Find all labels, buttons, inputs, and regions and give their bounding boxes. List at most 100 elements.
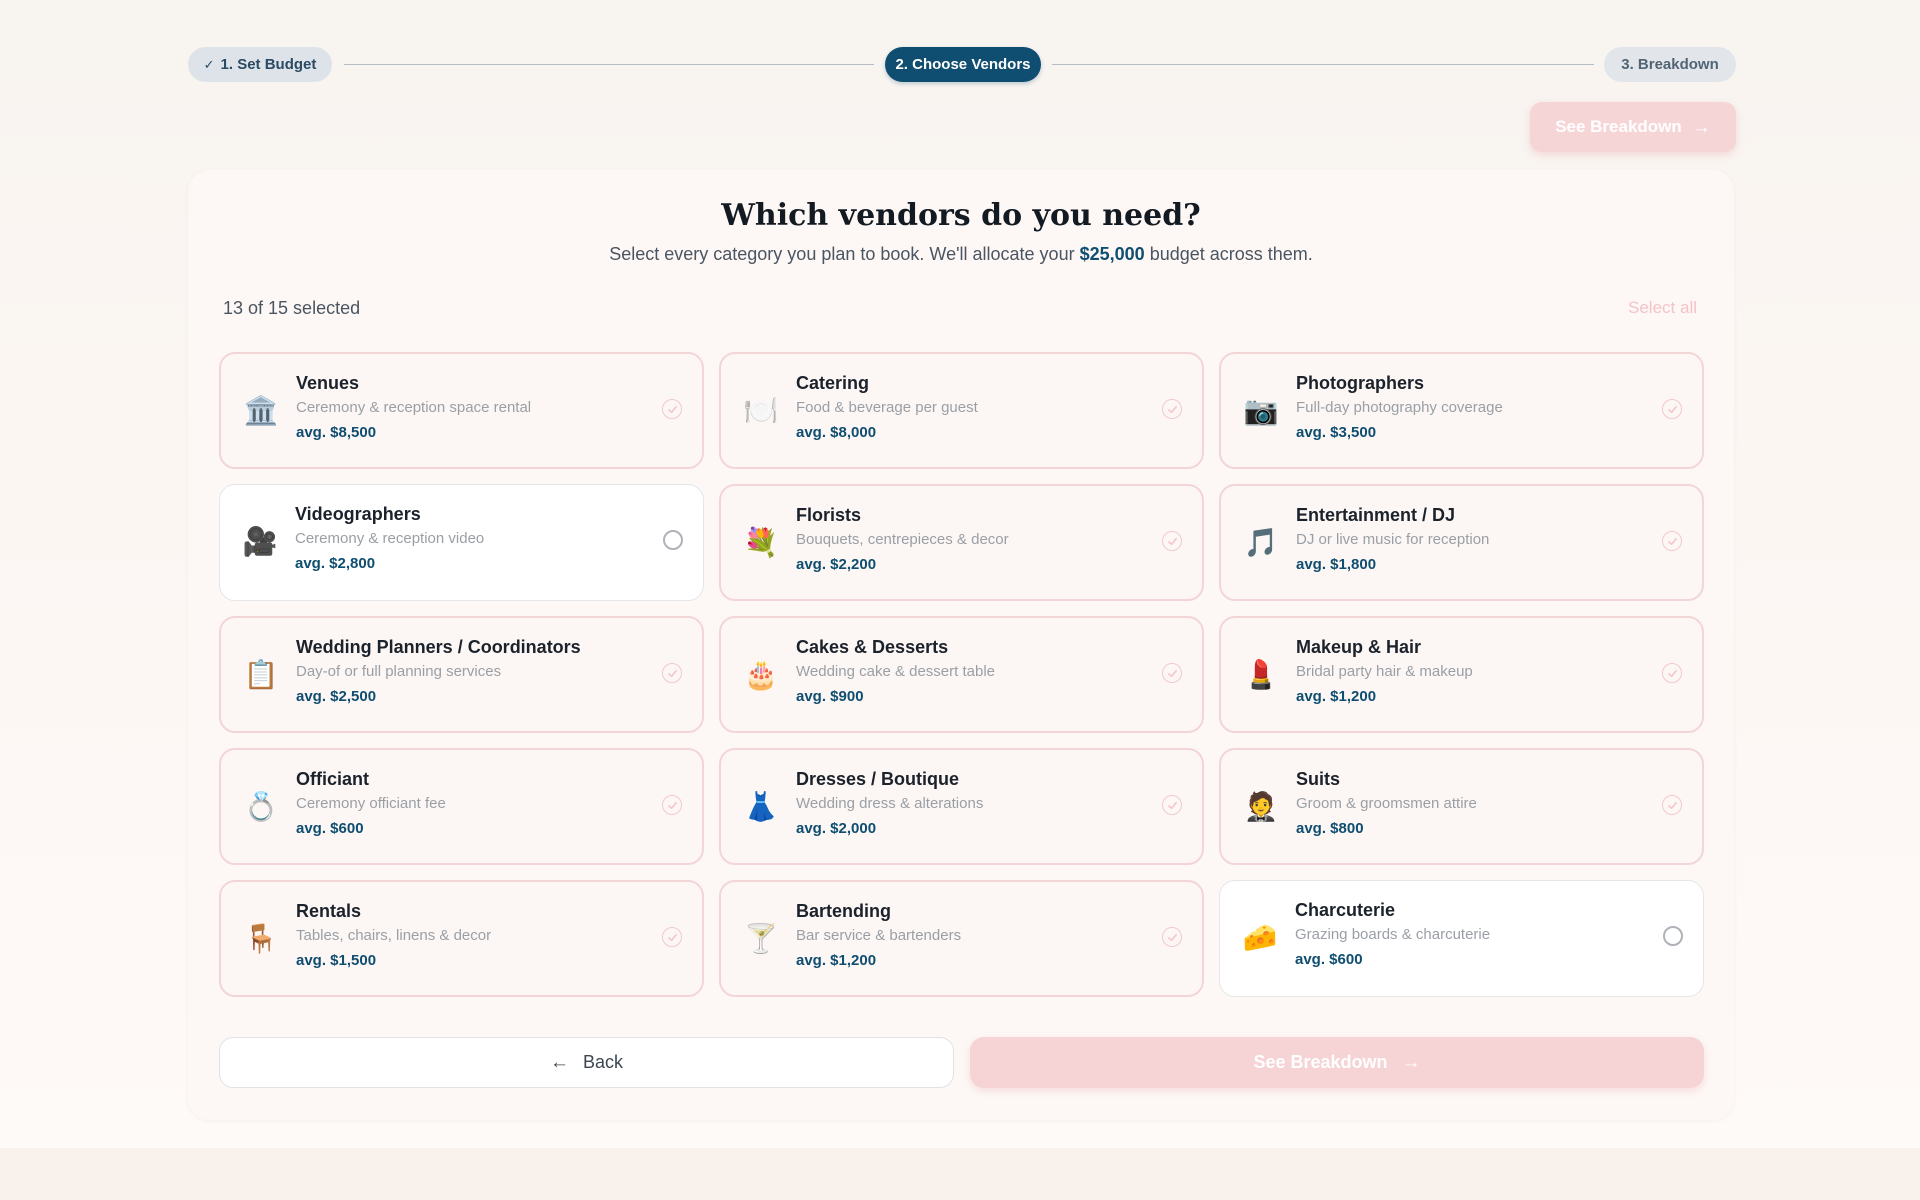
subtitle-text: budget across them.: [1149, 244, 1313, 264]
check-icon: [1667, 801, 1677, 809]
selected-count: 13 of 15 selected: [223, 298, 361, 318]
page-title: Which vendors do you need?: [721, 198, 1201, 233]
vendor-card-charcuterie[interactable]: 🧀 Charcuterie Grazing boards & charcuterie…: [1219, 880, 1704, 997]
budget-amount: $25,000: [1079, 244, 1145, 264]
step-breakdown[interactable]: 3. Breakdown: [1604, 47, 1736, 82]
vendor-checkbox[interactable]: [1162, 399, 1182, 419]
vendor-card-dresses-boutique[interactable]: 👗 Dresses / Boutique Wedding dress & alter…: [719, 748, 1204, 865]
check-icon: [667, 405, 677, 413]
vendor-name: Catering: [796, 373, 870, 393]
arrow-left-icon: ←: [549, 1052, 569, 1073]
cheese-icon: 🧀: [1242, 921, 1278, 953]
vendor-card-bartending[interactable]: 🍸 Bartending Bar service & bartenders avg. …: [719, 880, 1204, 997]
step-choose-vendors[interactable]: 2. Choose Vendors: [885, 47, 1041, 82]
vendor-checkbox[interactable]: [1662, 531, 1682, 551]
vendor-card-suits[interactable]: 🤵 Suits Groom & groomsmen attire avg. $800: [1219, 748, 1704, 865]
vendor-card-photographers[interactable]: 📷 Photographers Full-day photography cover…: [1219, 352, 1704, 469]
vendor-checkbox[interactable]: [662, 663, 682, 683]
plate-cutlery-icon: 🍽️: [743, 394, 779, 426]
vendor-checkbox[interactable]: [1663, 926, 1683, 946]
button-label: See Breakdown: [1253, 1052, 1388, 1072]
vendor-card-cakes-desserts[interactable]: 🎂 Cakes & Desserts Wedding cake & dessert …: [719, 616, 1204, 733]
vendor-description: Tables, chairs, linens & decor: [296, 927, 492, 944]
vendor-name: Venues: [296, 373, 360, 393]
vendor-card-venues[interactable]: 🏛️ Venues Ceremony & reception space renta…: [219, 352, 704, 469]
vendor-card-officiant[interactable]: 💍 Officiant Ceremony officiant fee avg. $60…: [219, 748, 704, 865]
vendor-average-price: avg. $8,500: [296, 424, 377, 441]
check-icon: [1167, 537, 1177, 545]
classical-building-icon: 🏛️: [243, 394, 279, 426]
check-icon: [667, 933, 677, 941]
vendor-checkbox[interactable]: [1662, 399, 1682, 419]
vendor-checkbox[interactable]: [1162, 795, 1182, 815]
vendor-name: Wedding Planners / Coordinators: [296, 637, 581, 657]
arrow-right-icon: →: [1691, 116, 1711, 138]
vendor-grid: 🏛️ Venues Ceremony & reception space renta…: [219, 352, 1704, 997]
ring-icon: 💍: [243, 790, 279, 822]
vendor-description: Ceremony & reception video: [295, 530, 485, 547]
vendor-average-price: avg. $2,800: [295, 555, 376, 572]
man-in-tuxedo-icon: 🤵: [1243, 790, 1279, 822]
vendor-card-makeup-hair[interactable]: 💄 Makeup & Hair Bridal party hair & makeup…: [1219, 616, 1704, 733]
vendor-name: Entertainment / DJ: [1296, 505, 1456, 525]
check-icon: [667, 801, 677, 809]
vendor-description: Food & beverage per guest: [796, 399, 978, 416]
vendor-description: Wedding cake & dessert table: [796, 663, 996, 680]
vendor-card-catering[interactable]: 🍽️ Catering Food & beverage per guest avg. …: [719, 352, 1204, 469]
vendor-checkbox[interactable]: [1162, 531, 1182, 551]
vendor-checkbox[interactable]: [1662, 663, 1682, 683]
check-icon: [1167, 933, 1177, 941]
see-breakdown-button-top[interactable]: See Breakdown →: [1530, 102, 1736, 152]
vendor-name: Rentals: [296, 901, 362, 921]
vendor-average-price: avg. $2,000: [796, 820, 877, 837]
select-all-link[interactable]: Select all: [1628, 298, 1697, 318]
vendor-checkbox[interactable]: [1162, 663, 1182, 683]
vendor-average-price: avg. $1,200: [796, 952, 877, 969]
vendor-description: Day-of or full planning services: [296, 663, 502, 680]
vendor-description: Ceremony officiant fee: [296, 795, 446, 812]
vendor-description: Grazing boards & charcuterie: [1295, 926, 1491, 943]
chair-icon: 🪑: [243, 922, 279, 954]
vendor-name: Florists: [796, 505, 862, 525]
vendor-name: Makeup & Hair: [1296, 637, 1422, 657]
vendor-description: Wedding dress & alterations: [796, 795, 984, 812]
progress-stepper: ✓ 1. Set Budget 2. Choose Vendors 3. Bre…: [188, 47, 1736, 82]
vendor-average-price: avg. $2,200: [796, 556, 877, 573]
vendor-checkbox[interactable]: [1662, 795, 1682, 815]
dress-icon: 👗: [743, 790, 779, 822]
vendor-name: Photographers: [1296, 373, 1425, 393]
vendor-checkbox[interactable]: [1162, 927, 1182, 947]
bouquet-icon: 💐: [743, 526, 779, 558]
vendor-description: Ceremony & reception space rental: [296, 399, 532, 416]
arrow-right-icon: →: [1401, 1052, 1421, 1073]
music-note-icon: 🎵: [1243, 526, 1279, 558]
vendor-checkbox[interactable]: [662, 399, 682, 419]
checkmark-icon: ✓: [203, 56, 215, 72]
vendor-card-entertainment-dj[interactable]: 🎵 Entertainment / DJ DJ or live music for …: [1219, 484, 1704, 601]
check-icon: [1167, 801, 1177, 809]
see-breakdown-button[interactable]: See Breakdown →: [970, 1037, 1704, 1088]
vendor-checkbox[interactable]: [662, 927, 682, 947]
back-button[interactable]: ← Back: [219, 1037, 954, 1088]
vendor-card-wedding-planners-coordinators[interactable]: 📋 Wedding Planners / Coordinators Day-of o…: [219, 616, 704, 733]
check-icon: [1667, 537, 1677, 545]
vendor-average-price: avg. $3,500: [1296, 424, 1377, 441]
step-set-budget[interactable]: ✓ 1. Set Budget: [188, 47, 332, 82]
vendor-name: Dresses / Boutique: [796, 769, 960, 789]
vendor-card-florists[interactable]: 💐 Florists Bouquets, centrepieces & decor a…: [719, 484, 1204, 601]
subtitle-text: Select every category you plan to book. …: [609, 244, 1075, 264]
vendor-name: Videographers: [295, 504, 421, 524]
movie-camera-icon: 🎥: [242, 525, 278, 557]
vendor-checkbox[interactable]: [663, 530, 683, 550]
vendor-card-rentals[interactable]: 🪑 Rentals Tables, chairs, linens & decor av…: [219, 880, 704, 997]
vendor-description: Bridal party hair & makeup: [1296, 663, 1473, 680]
vendor-card-videographers[interactable]: 🎥 Videographers Ceremony & reception video…: [219, 484, 704, 601]
vendor-checkbox[interactable]: [662, 795, 682, 815]
vendor-average-price: avg. $1,800: [1296, 556, 1377, 573]
step-label: 1. Set Budget: [220, 56, 317, 73]
vendor-name: Suits: [1296, 769, 1341, 789]
vendor-description: Groom & groomsmen attire: [1296, 795, 1477, 812]
vendor-description: Full-day photography coverage: [1296, 399, 1503, 416]
vendor-average-price: avg. $8,000: [796, 424, 877, 441]
vendor-name: Charcuterie: [1295, 900, 1396, 920]
